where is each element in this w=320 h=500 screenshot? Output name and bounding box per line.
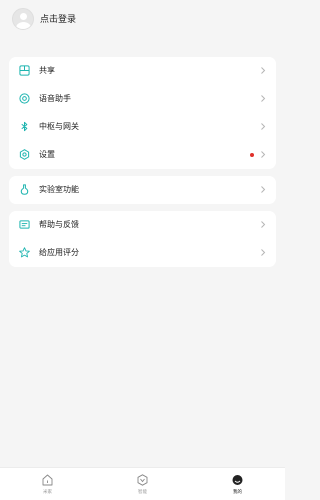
notification-dot xyxy=(250,153,254,157)
chevron-right-icon xyxy=(261,221,266,228)
menu-item-hub-gateway[interactable]: 中枢与网关 xyxy=(9,113,276,141)
tab-home[interactable]: 米家 xyxy=(0,468,95,500)
menu-item-help-feedback[interactable]: 帮助与反馈 xyxy=(9,211,276,239)
menu-card-lab: 实验室功能 xyxy=(9,176,276,204)
menu-card-main: 共享 语音助手 中枢与网关 设置 xyxy=(9,57,276,169)
tab-label: 米家 xyxy=(43,490,52,495)
menu-item-rate-app[interactable]: 给应用评分 xyxy=(9,239,276,267)
tab-smart[interactable]: 智能 xyxy=(95,468,190,500)
menu-item-label: 实验室功能 xyxy=(39,185,79,194)
chevron-right-icon xyxy=(261,249,266,256)
settings-gear-icon xyxy=(19,149,30,160)
menu-item-lab[interactable]: 实验室功能 xyxy=(9,176,276,204)
menu-item-share[interactable]: 共享 xyxy=(9,57,276,85)
chevron-right-icon xyxy=(261,151,266,158)
bluetooth-icon xyxy=(21,121,28,132)
login-link[interactable]: 点击登录 xyxy=(40,12,76,25)
menu-item-label: 设置 xyxy=(39,150,55,159)
tab-label: 智能 xyxy=(138,490,147,495)
share-grid-icon xyxy=(19,65,30,76)
tab-profile[interactable]: 我的 xyxy=(190,468,285,500)
chevron-right-icon xyxy=(261,67,266,74)
menu-card-support: 帮助与反馈 给应用评分 xyxy=(9,211,276,267)
menu-item-label: 共享 xyxy=(39,66,55,75)
star-icon xyxy=(19,247,30,258)
chevron-right-icon xyxy=(261,123,266,130)
profile-icon xyxy=(232,475,243,485)
tab-label: 我的 xyxy=(233,490,242,495)
profile-header[interactable]: 点击登录 xyxy=(0,0,285,46)
avatar[interactable] xyxy=(12,8,34,30)
chevron-right-icon xyxy=(261,186,266,193)
feedback-icon xyxy=(19,220,30,229)
menu-item-settings[interactable]: 设置 xyxy=(9,141,276,169)
chevron-right-icon xyxy=(261,95,266,102)
menu-item-label: 语音助手 xyxy=(39,94,71,103)
smart-hexagon-icon xyxy=(137,474,148,486)
menu-item-label: 帮助与反馈 xyxy=(39,220,79,229)
menu-item-label: 给应用评分 xyxy=(39,248,79,257)
voice-assistant-icon xyxy=(19,93,30,104)
menu-item-label: 中枢与网关 xyxy=(39,122,79,131)
home-icon xyxy=(42,474,53,486)
flask-icon xyxy=(20,184,29,195)
menu-item-voice-assistant[interactable]: 语音助手 xyxy=(9,85,276,113)
bottom-tab-bar: 米家 智能 我的 xyxy=(0,467,285,500)
